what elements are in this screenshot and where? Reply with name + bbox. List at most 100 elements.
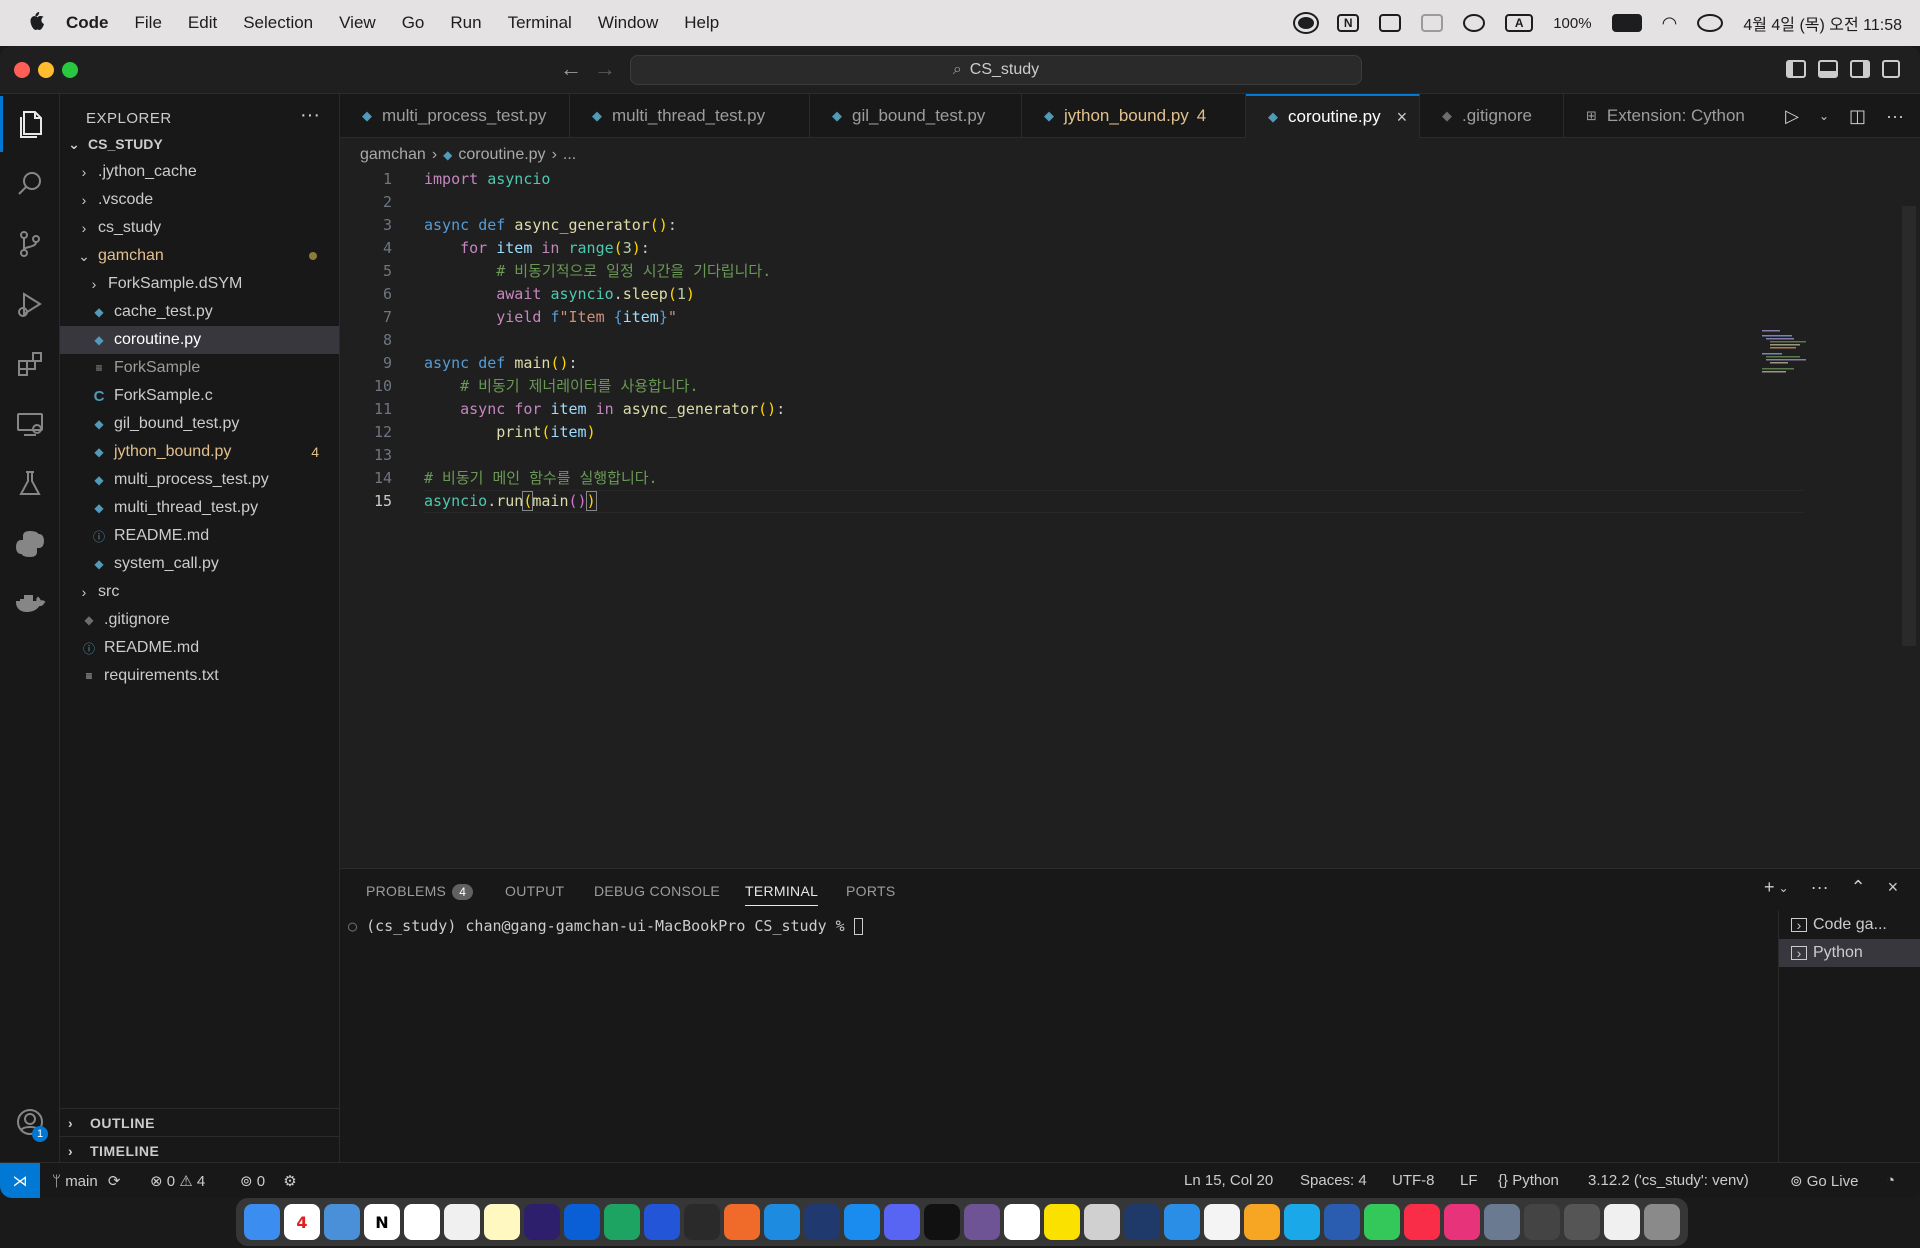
end-of-line[interactable]: LF [1460, 1172, 1478, 1189]
tab-multi-thread-test[interactable]: ◆ multi_thread_test.py [570, 94, 810, 138]
minimize-window-button[interactable] [38, 62, 54, 78]
intellij-icon[interactable] [644, 1204, 680, 1240]
apple-icon[interactable] [22, 9, 50, 37]
photos-icon[interactable] [1244, 1204, 1280, 1240]
tree-folder-vscode[interactable]: › .vscode [60, 186, 339, 214]
python-interpreter[interactable]: 3.12.2 ('cs_study': venv) [1588, 1172, 1749, 1189]
menu-window[interactable]: Window [598, 13, 658, 33]
maximize-panel-icon[interactable]: ⌃ [1851, 877, 1866, 898]
outline-section[interactable]: › OUTLINE [60, 1108, 339, 1136]
breadcrumb-symbol[interactable]: ... [563, 146, 576, 164]
terminal-item-python[interactable]: › Python [1779, 939, 1920, 967]
panel-tab-ports[interactable]: PORTS [846, 883, 895, 899]
discord-icon[interactable] [884, 1204, 920, 1240]
kakaotalk-icon[interactable] [1044, 1204, 1080, 1240]
workspace-root[interactable]: ⌄ CS_STUDY [60, 130, 339, 158]
menu-view[interactable]: View [339, 13, 376, 33]
menu-file[interactable]: File [135, 13, 162, 33]
notion-icon[interactable]: N [1337, 14, 1360, 32]
document-stack-icon[interactable] [1604, 1204, 1640, 1240]
tab-jython-bound[interactable]: ◆ jython_bound.py 4 [1022, 94, 1246, 138]
preview-icon[interactable] [1484, 1204, 1520, 1240]
source-control-icon[interactable] [0, 216, 60, 272]
swift-playgrounds-icon[interactable] [724, 1204, 760, 1240]
extensions-icon[interactable] [0, 336, 60, 392]
testing-icon[interactable] [0, 456, 60, 512]
reminders-icon[interactable] [1204, 1204, 1240, 1240]
ports-indicator[interactable]: ⊚ 0 ⚙ [240, 1172, 297, 1190]
problems-indicator[interactable]: ⊗ 0 ⚠ 4 [150, 1172, 205, 1190]
timeline-section[interactable]: › TIMELINE [60, 1136, 339, 1164]
xcode-icon[interactable] [1324, 1204, 1360, 1240]
remote-indicator-icon[interactable]: ⋊ [0, 1163, 40, 1198]
tree-file-gitignore[interactable]: ◆ .gitignore [60, 606, 339, 634]
tree-folder-gamchan[interactable]: ⌄ gamchan [60, 242, 339, 270]
record-icon[interactable] [1293, 12, 1320, 34]
tree-file-multi-process-test[interactable]: ◆ multi_process_test.py [60, 466, 339, 494]
tree-file-readme-gamchan[interactable]: ⓘ README.md [60, 522, 339, 550]
editor-scrollbar[interactable] [1902, 206, 1916, 646]
command-center-search[interactable]: ⌕ CS_study [630, 55, 1362, 85]
code-editor[interactable]: 1 2 3 4 5 6 7 8 9 10 11 12 13 14 15 impo… [340, 168, 1910, 868]
menu-go[interactable]: Go [402, 13, 425, 33]
tab-coroutine[interactable]: ◆ coroutine.py × [1246, 94, 1420, 138]
instagram-icon[interactable] [1444, 1204, 1480, 1240]
menu-edit[interactable]: Edit [188, 13, 217, 33]
minimap[interactable] [1760, 328, 1820, 378]
app-store-icon[interactable] [844, 1204, 880, 1240]
encoding[interactable]: UTF-8 [1392, 1172, 1435, 1189]
menubar-clock[interactable]: 4월 4일 (목) 오전 11:58 [1743, 11, 1902, 35]
pycharm-icon[interactable] [524, 1204, 560, 1240]
webstorm-icon[interactable] [564, 1204, 600, 1240]
tree-file-multi-thread-test[interactable]: ◆ multi_thread_test.py [60, 494, 339, 522]
github-desktop-icon[interactable] [964, 1204, 1000, 1240]
language-mode[interactable]: {} Python [1498, 1172, 1559, 1189]
panel-tab-output[interactable]: OUTPUT [505, 883, 564, 899]
freeform-icon[interactable] [444, 1204, 480, 1240]
downloads-stack-icon[interactable] [1524, 1204, 1560, 1240]
notes-icon[interactable] [484, 1204, 520, 1240]
new-terminal-icon[interactable]: + [1764, 877, 1775, 898]
panel-tab-terminal[interactable]: TERMINAL [745, 883, 819, 906]
panel-tab-problems[interactable]: PROBLEMS 4 [366, 883, 474, 900]
control-center-icon[interactable] [1697, 14, 1724, 32]
maximize-window-button[interactable] [62, 62, 78, 78]
tree-folder-jython-cache[interactable]: › .jython_cache [60, 158, 339, 186]
tree-file-gil-bound-test[interactable]: ◆ gil_bound_test.py [60, 410, 339, 438]
split-editor-icon[interactable]: ◫ [1849, 106, 1866, 127]
music-icon[interactable] [1404, 1204, 1440, 1240]
tree-folder-forksample-dsym[interactable]: › ForkSample.dSYM [60, 270, 339, 298]
tab-extension-cython[interactable]: ⊞ Extension: Cython [1564, 94, 1764, 138]
tree-folder-cs-study[interactable]: › cs_study [60, 214, 339, 242]
explorer-more-icon[interactable]: ··· [300, 104, 320, 127]
battery-icon[interactable] [1611, 14, 1642, 32]
debug-icon[interactable]: ⚙ [283, 1173, 296, 1190]
toggle-primary-sidebar-icon[interactable] [1786, 60, 1806, 78]
close-window-button[interactable] [14, 62, 30, 78]
trash-icon[interactable] [1644, 1204, 1680, 1240]
remote-explorer-icon[interactable] [0, 396, 60, 452]
calendar-icon[interactable]: 4 [284, 1204, 320, 1240]
play-icon[interactable] [1463, 14, 1486, 32]
wifi-icon[interactable]: ◠ [1662, 13, 1678, 34]
screen-mirror-icon[interactable] [1379, 14, 1402, 32]
panel-more-icon[interactable]: ··· [1811, 877, 1829, 898]
docker-app-icon[interactable] [764, 1204, 800, 1240]
run-dropdown-icon[interactable]: ⌄ [1819, 109, 1829, 123]
explorer-icon[interactable] [0, 96, 60, 152]
notion-app-icon[interactable]: N [364, 1204, 400, 1240]
vscode-icon[interactable] [1164, 1204, 1200, 1240]
sync-icon[interactable]: ⟳ [108, 1173, 121, 1190]
menu-selection[interactable]: Selection [243, 13, 313, 33]
panel-tab-debug-console[interactable]: DEBUG CONSOLE [594, 883, 720, 899]
stage-manager-icon[interactable] [1421, 14, 1444, 32]
menu-terminal[interactable]: Terminal [508, 13, 572, 33]
tree-file-forksample-c[interactable]: C ForkSample.c [60, 382, 339, 410]
terminal-app-icon[interactable] [924, 1204, 960, 1240]
menu-run[interactable]: Run [450, 13, 481, 33]
breadcrumb-folder[interactable]: gamchan [360, 146, 426, 164]
editor-more-icon[interactable]: ··· [1886, 106, 1904, 127]
terminal-dropdown-icon[interactable]: ⌄ [1779, 877, 1789, 898]
system-settings-icon[interactable] [1084, 1204, 1120, 1240]
screenshots-stack-icon[interactable] [1564, 1204, 1600, 1240]
